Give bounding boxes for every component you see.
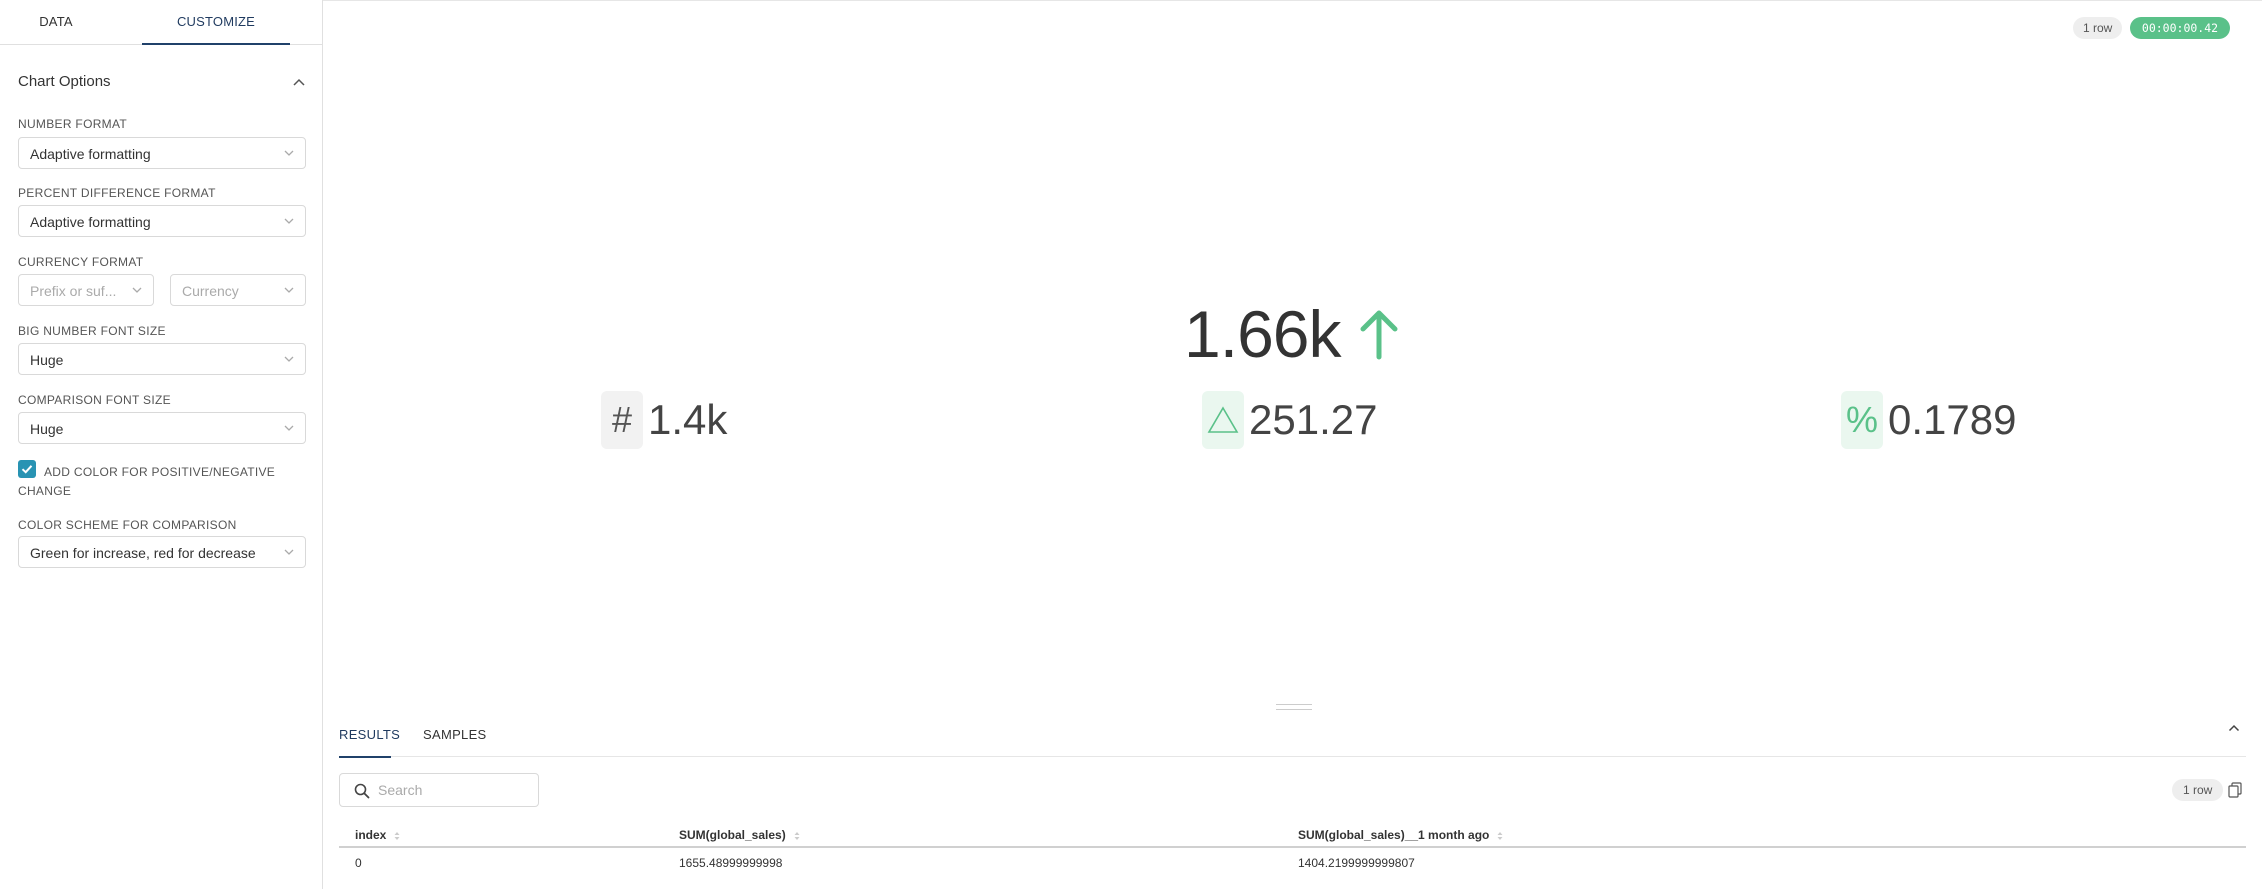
chevron-down-icon <box>132 287 142 293</box>
search-input[interactable] <box>378 780 528 800</box>
column-header-index[interactable]: index <box>355 828 400 842</box>
copy-icon[interactable] <box>2228 782 2242 798</box>
currency-format-label: CURRENCY FORMAT <box>18 255 144 269</box>
chart-area: 1 row 00:00:00.42 1.66k # 1.4k 251.27 % … <box>323 0 2262 889</box>
sort-icon[interactable] <box>794 831 800 841</box>
currency-prefix-placeholder: Prefix or suf... <box>30 283 117 299</box>
percent-icon: % <box>1841 391 1883 449</box>
comparison-font-size-select[interactable]: Huge <box>18 412 306 444</box>
currency-select[interactable]: Currency <box>170 274 306 306</box>
previous-value: 1.4k <box>648 396 728 443</box>
chevron-up-icon[interactable] <box>2228 723 2240 733</box>
tab-results[interactable]: RESULTS <box>339 717 400 758</box>
row-count-badge: 1 row <box>2073 17 2123 39</box>
percent-difference-format-value: Adaptive formatting <box>30 214 151 230</box>
difference-value: 251.27 <box>1249 396 1378 443</box>
delta-icon <box>1202 391 1244 449</box>
big-number-row: 1.66k <box>323 297 2262 371</box>
color-change-checkbox-label: ADD COLOR FOR POSITIVE/NEGATIVE CHANGE <box>18 465 276 498</box>
color-scheme-select[interactable]: Green for increase, red for decrease <box>18 536 306 568</box>
chevron-up-icon[interactable] <box>292 76 306 88</box>
table-row: 0 1655.48999999998 1404.2199999999807 <box>339 848 2246 876</box>
table-header: index SUM(global_sales) SUM(global_sales… <box>339 824 2246 848</box>
chart-options-title: Chart Options <box>18 73 111 90</box>
chevron-down-icon <box>284 287 294 293</box>
percent-difference-format-select[interactable]: Adaptive formatting <box>18 205 306 237</box>
chevron-down-icon <box>284 356 294 362</box>
tab-samples[interactable]: SAMPLES <box>423 717 487 757</box>
hash-icon: # <box>601 391 643 449</box>
chevron-down-icon <box>284 425 294 431</box>
number-format-value: Adaptive formatting <box>30 146 151 162</box>
big-number-font-size-value: Huge <box>30 352 64 368</box>
customize-panel: DATA CUSTOMIZE Chart Options NUMBER FORM… <box>0 0 323 889</box>
number-format-select[interactable]: Adaptive formatting <box>18 137 306 169</box>
table-cell: 1404.2199999999807 <box>1298 856 1415 870</box>
search-icon <box>354 783 370 799</box>
chevron-down-icon <box>284 549 294 555</box>
chevron-down-icon <box>284 218 294 224</box>
chart-options-header[interactable]: Chart Options <box>18 70 306 94</box>
big-number-font-size-select[interactable]: Huge <box>18 343 306 375</box>
big-number-value: 1.66k <box>1184 297 1341 371</box>
currency-placeholder: Currency <box>182 283 239 299</box>
results-row-count-badge: 1 row <box>2172 779 2224 801</box>
table-cell: 1655.48999999998 <box>679 856 783 870</box>
arrow-up-icon <box>1360 310 1398 360</box>
results-tabs: RESULTS SAMPLES <box>339 717 2246 758</box>
currency-prefix-select[interactable]: Prefix or suf... <box>18 274 154 306</box>
column-header-sum-global-sales-month-ago[interactable]: SUM(global_sales)__1 month ago <box>1298 828 1503 842</box>
results-table: index SUM(global_sales) SUM(global_sales… <box>339 824 2246 876</box>
table-cell: 0 <box>355 856 362 870</box>
search-box[interactable] <box>339 773 539 807</box>
tab-data[interactable]: DATA <box>0 0 112 44</box>
percent-value: 0.1789 <box>1888 396 2017 443</box>
resize-handle[interactable] <box>1276 704 1312 710</box>
number-format-label: NUMBER FORMAT <box>18 117 128 131</box>
sort-icon[interactable] <box>1497 831 1503 841</box>
chevron-down-icon <box>284 150 294 156</box>
tab-customize[interactable]: CUSTOMIZE <box>142 0 290 45</box>
percent-difference-format-label: PERCENT DIFFERENCE FORMAT <box>18 186 216 200</box>
color-scheme-value: Green for increase, red for decrease <box>30 545 256 561</box>
comparison-font-size-label: COMPARISON FONT SIZE <box>18 393 171 407</box>
comparison-font-size-value: Huge <box>30 421 64 437</box>
color-scheme-label: COLOR SCHEME FOR COMPARISON <box>18 518 237 532</box>
sort-icon[interactable] <box>394 831 400 841</box>
big-number-font-size-label: BIG NUMBER FONT SIZE <box>18 324 166 338</box>
query-timer-badge: 00:00:00.42 <box>2130 17 2230 39</box>
column-header-sum-global-sales[interactable]: SUM(global_sales) <box>679 828 800 842</box>
panel-tabs: DATA CUSTOMIZE <box>0 0 322 45</box>
